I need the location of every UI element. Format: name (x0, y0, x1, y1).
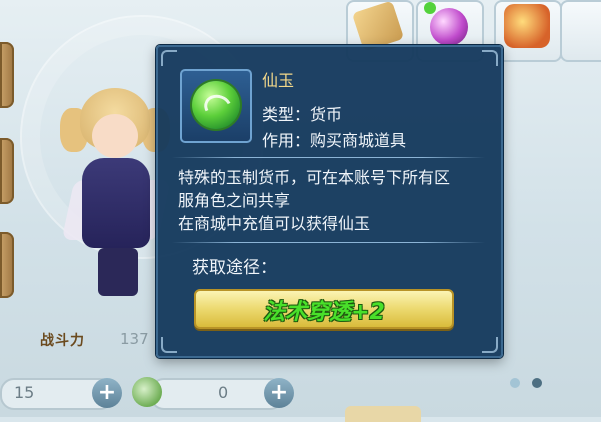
divider-top (172, 157, 485, 158)
green-status-dot (424, 2, 436, 14)
character-legs (98, 248, 138, 296)
bottom-action-button[interactable] (345, 406, 421, 422)
corner-ornament-top-left (161, 50, 177, 66)
gift-bag-icon (504, 4, 550, 48)
item-tooltip-panel: 仙玉 类型：货币 作用：购买商城道具 特殊的玉制货币，可在本账号下所有区 服角色… (156, 45, 503, 358)
character-face (92, 114, 138, 158)
resource-bar-1-value: 15 (14, 383, 35, 402)
item-name: 仙玉 (262, 71, 295, 90)
corner-ornament-top-right (482, 50, 498, 66)
corner-ornament-bottom-right (482, 337, 498, 353)
acquisition-source-button[interactable]: 值 法术穿透+2 (194, 289, 454, 329)
left-side-tab-3[interactable] (0, 232, 14, 298)
combat-power-label: 战斗力 (40, 333, 85, 349)
left-side-tab-2[interactable] (0, 138, 14, 204)
character-body (82, 158, 150, 248)
item-icon-frame (180, 69, 252, 143)
divider-bottom (172, 242, 485, 243)
corner-ornament-bottom-left (161, 337, 177, 353)
add-resource-1-button[interactable]: + (92, 378, 122, 408)
add-resource-2-button[interactable]: + (264, 378, 294, 408)
item-description: 特殊的玉制货币，可在本账号下所有区 服角色之间共享 在商城中充值可以获得仙玉 (178, 166, 490, 235)
acquisition-title: 获取途径： (192, 258, 277, 278)
coin-icon (132, 377, 162, 407)
page-indicator-dot-1[interactable] (510, 378, 520, 388)
item-usage: 作用：购买商城道具 (262, 131, 407, 150)
character-avatar (60, 88, 171, 298)
left-side-tab-1[interactable] (0, 42, 14, 108)
button-label: 法术穿透+2 (263, 300, 385, 325)
resource-bar-2-value: 0 (218, 383, 229, 402)
page-indicator-dot-2[interactable] (532, 378, 542, 388)
jade-swirl-mark (200, 90, 236, 124)
purple-orb-icon (430, 8, 468, 46)
description-line: 在商城中充值可以获得仙玉 (178, 214, 371, 233)
description-line: 特殊的玉制货币，可在本账号下所有区 (178, 168, 451, 187)
combat-power-value: 137 (120, 330, 149, 348)
jade-currency-icon (192, 81, 240, 129)
item-type: 类型：货币 (262, 105, 343, 124)
inventory-slot-4[interactable] (560, 0, 601, 62)
description-line: 服角色之间共享 (178, 191, 291, 210)
